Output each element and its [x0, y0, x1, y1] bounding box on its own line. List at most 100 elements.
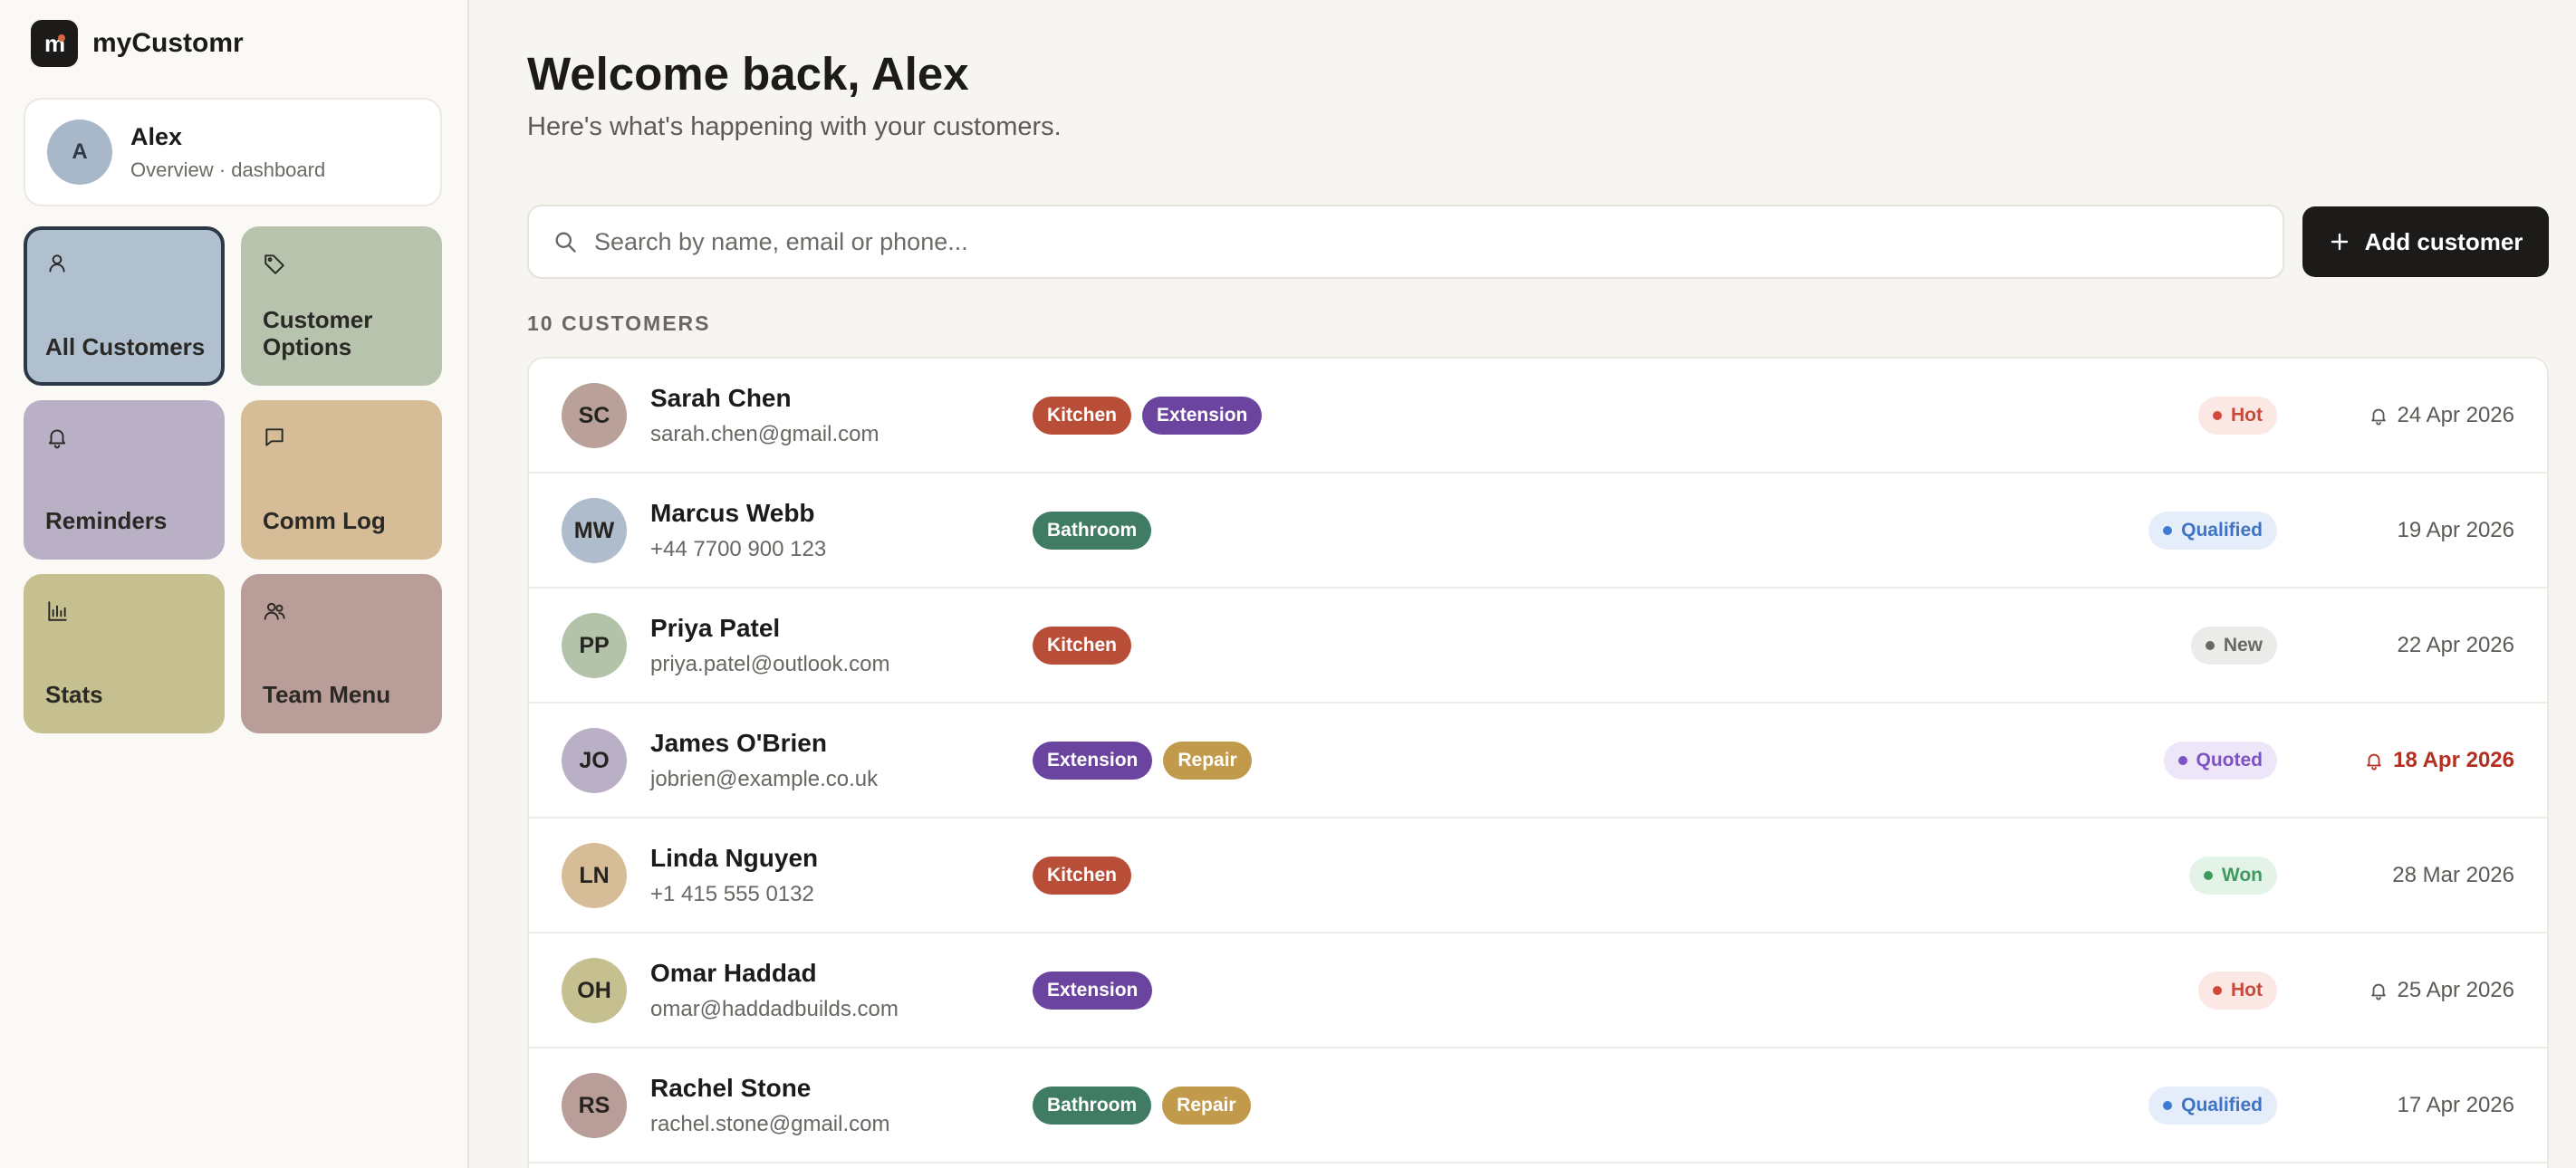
- customer-tags: Kitchen Extension: [1033, 397, 1273, 435]
- customer-contact: jobrien@example.co.uk: [650, 767, 879, 791]
- tag-badge: Extension: [1142, 397, 1263, 435]
- customer-tags: Extension Repair: [1033, 742, 1263, 780]
- customer-contact: +44 7700 900 123: [650, 537, 827, 561]
- status-badge: New: [2190, 627, 2277, 665]
- brand-logo-icon: m: [31, 20, 78, 67]
- tag-badge: Bathroom: [1033, 1087, 1152, 1125]
- bell-icon: [2369, 406, 2398, 426]
- bell-icon: [45, 426, 69, 449]
- user-icon: [45, 252, 69, 275]
- customer-row[interactable]: SC Sarah Chen sarah.chen@gmail.com Kitchen E…: [529, 359, 2547, 474]
- customer-list: SC Sarah Chen sarah.chen@gmail.com Kitchen E…: [527, 357, 2549, 1168]
- team-icon: [263, 599, 286, 623]
- profile-card[interactable]: A Alex Overview · dashboard: [24, 98, 442, 206]
- customer-row[interactable]: RS Rachel Stone rachel.stone@gmail.com Bath…: [529, 1048, 2547, 1163]
- add-customer-button[interactable]: Add customer: [2302, 206, 2549, 277]
- nav-tile-team-menu[interactable]: Team Menu: [241, 574, 442, 733]
- customer-row[interactable]: JO James O'Brien jobrien@example.co.uk Exte…: [529, 704, 2547, 819]
- bell-icon: [2364, 751, 2393, 771]
- date-text: 28 Mar 2026: [2392, 863, 2514, 887]
- customer-avatar: JO: [562, 728, 627, 793]
- nav-tile-label: Comm Log: [263, 507, 386, 534]
- date-text: 17 Apr 2026: [2397, 1093, 2514, 1117]
- status-dot-icon: [2205, 641, 2215, 650]
- tag-badge: Kitchen: [1033, 397, 1132, 435]
- tag-badge: Repair: [1163, 742, 1252, 780]
- reminder-date: 24 Apr 2026: [2369, 398, 2514, 433]
- nav-tile-customer-options[interactable]: Customer Options: [241, 226, 442, 386]
- customer-contact: +1 415 555 0132: [650, 882, 814, 906]
- date-text: 25 Apr 2026: [2397, 978, 2514, 1002]
- customer-avatar: LN: [562, 843, 627, 908]
- status-label: Quoted: [2196, 750, 2264, 771]
- customer-tags: Kitchen: [1033, 627, 1142, 665]
- date-text: 18 Apr 2026: [2393, 748, 2514, 772]
- customer-contact: priya.patel@outlook.com: [650, 652, 890, 676]
- customer-tags: Extension: [1033, 972, 1163, 1010]
- customer-name: James O'Brien: [650, 729, 827, 757]
- chat-icon: [263, 426, 286, 449]
- customer-name: Rachel Stone: [650, 1074, 812, 1102]
- customer-name: Linda Nguyen: [650, 844, 819, 872]
- customer-tags: Bathroom: [1033, 512, 1162, 550]
- customer-contact: rachel.stone@gmail.com: [650, 1112, 890, 1136]
- profile-name: Alex: [130, 122, 183, 150]
- customer-contact: omar@haddadbuilds.com: [650, 997, 899, 1021]
- brand-name: myCustomr: [92, 28, 244, 58]
- customer-row[interactable]: PP Priya Patel priya.patel@outlook.com Kitc…: [529, 589, 2547, 704]
- nav-tile-label: Reminders: [45, 507, 168, 534]
- nav-tile-all-customers[interactable]: All Customers: [24, 226, 225, 386]
- brand[interactable]: m myCustomr: [31, 20, 244, 67]
- status-dot-icon: [2213, 411, 2222, 420]
- page-subtitle: Here's what's happening with your custom…: [527, 112, 1062, 141]
- date-text: 19 Apr 2026: [2397, 518, 2514, 542]
- reminder-date: 25 Apr 2026: [2369, 973, 2514, 1008]
- nav-tile-comm-log[interactable]: Comm Log: [241, 400, 442, 560]
- bell-icon: [2369, 981, 2398, 1000]
- status-label: Won: [2221, 865, 2263, 886]
- status-label: New: [2223, 635, 2263, 656]
- customer-name: Priya Patel: [650, 614, 781, 642]
- profile-subtitle: Overview · dashboard: [130, 158, 326, 181]
- reminder-date: 17 Apr 2026: [2398, 1088, 2514, 1123]
- customer-row[interactable]: MW Marcus Webb +44 7700 900 123 Bathroom Qua…: [529, 474, 2547, 589]
- search-icon: [555, 232, 576, 253]
- customer-avatar: SC: [562, 383, 627, 448]
- status-label: Hot: [2231, 405, 2263, 426]
- nav-tile-stats[interactable]: Stats: [24, 574, 225, 733]
- customer-row[interactable]: OH Omar Haddad omar@haddadbuilds.com Extens…: [529, 933, 2547, 1048]
- customer-row[interactable]: LN Linda Nguyen +1 415 555 0132 Kitchen Won 2…: [529, 819, 2547, 933]
- reminder-date: 28 Mar 2026: [2392, 858, 2514, 893]
- avatar: A: [47, 120, 112, 185]
- tag-badge: Kitchen: [1033, 857, 1132, 895]
- customer-name: Marcus Webb: [650, 499, 815, 527]
- nav-tile-label: Team Menu: [263, 681, 391, 708]
- nav-tile-reminders[interactable]: Reminders: [24, 400, 225, 560]
- customer-avatar: MW: [562, 498, 627, 563]
- tag-badge: Bathroom: [1033, 512, 1152, 550]
- status-badge: Hot: [2198, 972, 2277, 1010]
- customer-avatar: PP: [562, 613, 627, 678]
- reminder-date: 18 Apr 2026: [2364, 743, 2514, 778]
- status-label: Hot: [2231, 980, 2263, 1000]
- tag-badge: Extension: [1033, 742, 1153, 780]
- search-bar[interactable]: [527, 205, 2284, 279]
- nav-tile-label: Stats: [45, 681, 103, 708]
- tag-badge: Kitchen: [1033, 627, 1132, 665]
- status-dot-icon: [2213, 986, 2222, 995]
- search-input[interactable]: [594, 227, 2225, 256]
- nav-tile-label: All Customers: [45, 333, 206, 360]
- customer-contact: sarah.chen@gmail.com: [650, 422, 879, 446]
- status-label: Qualified: [2181, 520, 2263, 541]
- status-badge: Hot: [2198, 397, 2277, 435]
- tag-badge: Repair: [1162, 1087, 1251, 1125]
- customer-avatar: OH: [562, 958, 627, 1023]
- customer-tags: Bathroom Repair: [1033, 1087, 1262, 1125]
- customer-tags: Kitchen: [1033, 857, 1142, 895]
- customer-avatar: RS: [562, 1073, 627, 1138]
- sidebar: m myCustomr A Alex Overview · dashboard …: [0, 0, 469, 1168]
- status-badge: Qualified: [2148, 512, 2277, 550]
- customer-count: 10 CUSTOMERS: [527, 311, 711, 335]
- status-dot-icon: [2203, 871, 2213, 880]
- tag-badge: Extension: [1033, 972, 1153, 1010]
